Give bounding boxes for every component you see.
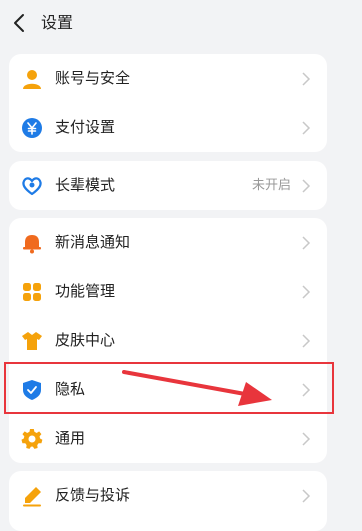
heart-hands-icon xyxy=(22,177,42,196)
header-bar: 设置 xyxy=(0,0,362,46)
item-label: 功能管理 xyxy=(55,282,116,300)
item-label: 皮肤中心 xyxy=(55,331,116,349)
annotation-arrow-icon xyxy=(122,370,272,406)
yuan-coin-icon xyxy=(22,118,42,138)
item-value: 未开启 xyxy=(251,178,291,193)
chevron-right-icon xyxy=(302,432,311,446)
feature-management-item[interactable]: 功能管理 xyxy=(9,267,327,316)
chevron-right-icon xyxy=(302,179,311,193)
item-label: 长辈模式 xyxy=(55,176,116,194)
grid-icon xyxy=(23,283,41,301)
chevron-right-icon xyxy=(302,285,311,299)
chevron-right-icon xyxy=(302,121,311,135)
elder-mode-item[interactable]: 长辈模式 未开启 xyxy=(9,161,327,210)
chevron-right-icon xyxy=(302,236,311,250)
item-label: 通用 xyxy=(55,429,86,447)
item-label: 新消息通知 xyxy=(55,233,131,251)
feedback-card: 反馈与投诉 xyxy=(9,471,327,531)
notifications-item[interactable]: 新消息通知 xyxy=(9,218,327,267)
chevron-left-icon[interactable] xyxy=(10,12,30,34)
chevron-right-icon xyxy=(302,72,311,86)
user-icon xyxy=(23,70,41,89)
general-card: 新消息通知 功能管理 皮肤中心 隐私 通用 xyxy=(9,218,327,463)
chevron-right-icon xyxy=(302,334,311,348)
general-item[interactable]: 通用 xyxy=(9,414,327,463)
chevron-right-icon xyxy=(302,489,311,503)
item-label: 支付设置 xyxy=(55,118,116,136)
payment-settings-item[interactable]: 支付设置 xyxy=(9,103,327,152)
account-security-item[interactable]: 账号与安全 xyxy=(9,54,327,103)
elder-mode-card: 长辈模式 未开启 xyxy=(9,161,327,210)
item-label: 账号与安全 xyxy=(55,69,131,87)
pencil-icon xyxy=(23,487,41,507)
bell-icon xyxy=(23,235,41,254)
skin-center-item[interactable]: 皮肤中心 xyxy=(9,316,327,365)
gear-icon xyxy=(21,428,43,449)
item-label: 反馈与投诉 xyxy=(55,486,131,504)
page-title: 设置 xyxy=(41,13,74,32)
tshirt-icon xyxy=(22,332,42,350)
feedback-item[interactable]: 反馈与投诉 xyxy=(9,471,327,520)
account-card: 账号与安全 支付设置 xyxy=(9,54,327,152)
